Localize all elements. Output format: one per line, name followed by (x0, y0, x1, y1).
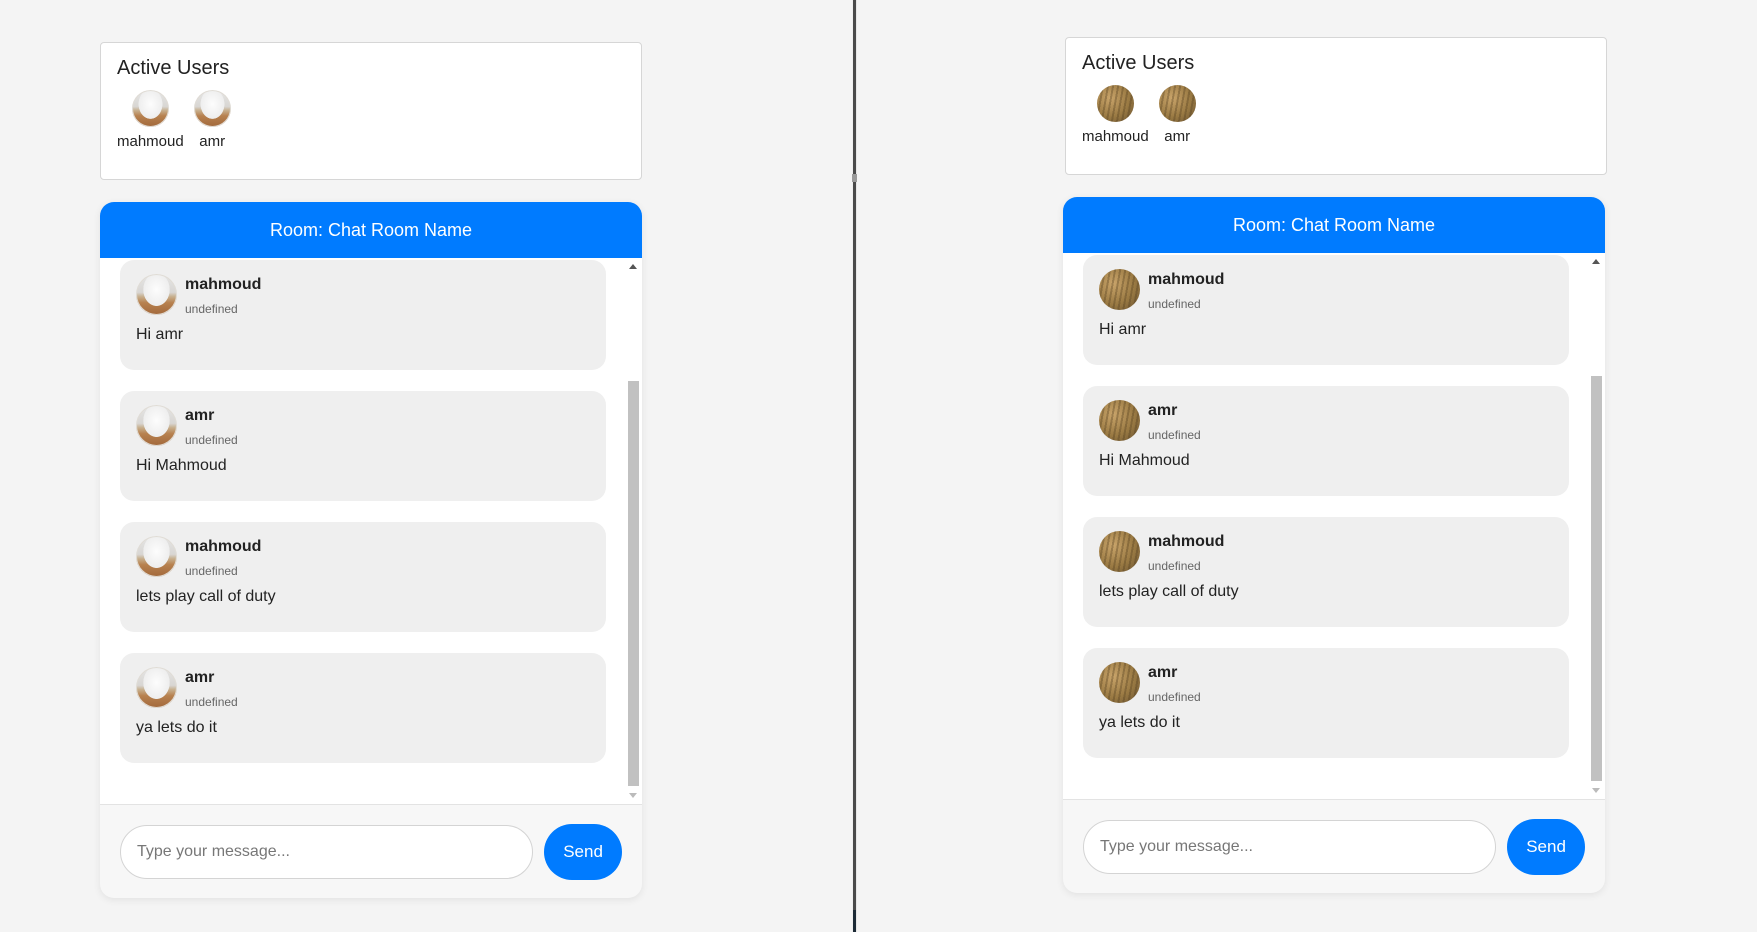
active-user-name: mahmoud (117, 133, 184, 150)
message-timestamp: undefined (185, 564, 238, 578)
chat-message: mahmoud undefined Hi amr (120, 260, 606, 370)
scroll-up-arrow-icon[interactable] (1592, 259, 1600, 264)
message-avatar (136, 536, 177, 577)
chat-message: amr undefined ya lets do it (120, 653, 606, 763)
chat-panel: Room: Chat Room Name mahmoud undefined H… (1063, 197, 1605, 893)
message-composer: Send (100, 805, 642, 898)
message-avatar (1099, 269, 1140, 310)
message-timestamp: undefined (1148, 297, 1201, 311)
active-user-amr: amr (193, 90, 231, 150)
chat-room-header: Room: Chat Room Name (1063, 197, 1605, 253)
active-user-amr: amr (1158, 85, 1196, 145)
message-avatar (136, 667, 177, 708)
message-text: Hi Mahmoud (1099, 452, 1190, 469)
message-scrollbar[interactable] (626, 260, 640, 802)
chat-message: amr undefined Hi Mahmoud (120, 391, 606, 501)
scrollbar-thumb[interactable] (628, 381, 639, 786)
chat-panel: Room: Chat Room Name mahmoud undefined H… (100, 202, 642, 898)
message-timestamp: undefined (1148, 428, 1201, 442)
chat-message: amr undefined ya lets do it (1083, 648, 1569, 758)
active-user-name: amr (199, 133, 226, 150)
message-timestamp: undefined (1148, 690, 1201, 704)
message-avatar (136, 274, 177, 315)
scroll-down-arrow-icon[interactable] (629, 793, 637, 798)
message-list[interactable]: mahmoud undefined Hi amr amr undefined H… (100, 258, 642, 805)
chat-message: mahmoud undefined lets play call of duty (1083, 517, 1569, 627)
message-author: mahmoud (1148, 533, 1225, 550)
message-author: amr (185, 669, 215, 686)
chat-message: mahmoud undefined lets play call of duty (120, 522, 606, 632)
active-users-card: Active Users mahmoud amr (100, 42, 642, 180)
scroll-down-arrow-icon[interactable] (1592, 788, 1600, 793)
split-screen: Active Users mahmoud amr Room: Chat Room… (0, 0, 1757, 932)
active-users-title: Active Users (117, 57, 230, 79)
active-user-name: amr (1164, 128, 1191, 145)
message-composer: Send (1063, 800, 1605, 893)
message-text: lets play call of duty (136, 588, 276, 605)
message-text: lets play call of duty (1099, 583, 1239, 600)
active-users-card: Active Users mahmoud amr (1065, 37, 1607, 175)
user-avatar (131, 90, 169, 127)
chat-message: amr undefined Hi Mahmoud (1083, 386, 1569, 496)
message-avatar (1099, 400, 1140, 441)
active-user-mahmoud: mahmoud (1082, 85, 1149, 145)
message-author: mahmoud (1148, 271, 1225, 288)
user-avatar (1158, 85, 1196, 122)
send-button[interactable]: Send (1507, 818, 1585, 875)
message-author: mahmoud (185, 276, 262, 293)
message-author: amr (185, 407, 215, 424)
active-user-name: mahmoud (1082, 128, 1149, 145)
message-text: Hi Mahmoud (136, 457, 227, 474)
message-scrollbar[interactable] (1589, 255, 1603, 797)
message-author: mahmoud (185, 538, 262, 555)
message-author: amr (1148, 402, 1178, 419)
active-user-mahmoud: mahmoud (117, 90, 184, 150)
user-avatar (1096, 85, 1134, 122)
active-users-list: mahmoud amr (117, 90, 625, 150)
divider-base (853, 910, 856, 932)
message-text: ya lets do it (136, 719, 217, 736)
message-timestamp: undefined (185, 695, 238, 709)
message-timestamp: undefined (1148, 559, 1201, 573)
message-avatar (1099, 531, 1140, 572)
user-avatar (193, 90, 231, 127)
message-text: ya lets do it (1099, 714, 1180, 731)
message-avatar (1099, 662, 1140, 703)
message-input[interactable] (1083, 819, 1497, 874)
scroll-up-arrow-icon[interactable] (629, 264, 637, 269)
message-timestamp: undefined (185, 302, 238, 316)
message-timestamp: undefined (185, 433, 238, 447)
right-browser-pane: Active Users mahmoud amr Room: Chat Room… (857, 0, 1757, 932)
send-button[interactable]: Send (544, 823, 622, 880)
message-avatar (136, 405, 177, 446)
chat-room-header: Room: Chat Room Name (100, 202, 642, 258)
chat-message: mahmoud undefined Hi amr (1083, 255, 1569, 365)
scrollbar-thumb[interactable] (1591, 376, 1602, 781)
message-list[interactable]: mahmoud undefined Hi amr amr undefined H… (1063, 253, 1605, 800)
left-browser-pane: Active Users mahmoud amr Room: Chat Room… (0, 0, 852, 932)
message-author: amr (1148, 664, 1178, 681)
message-text: Hi amr (1099, 321, 1147, 338)
active-users-title: Active Users (1082, 52, 1195, 74)
message-input[interactable] (120, 824, 534, 879)
message-text: Hi amr (136, 326, 184, 343)
active-users-list: mahmoud amr (1082, 85, 1590, 145)
